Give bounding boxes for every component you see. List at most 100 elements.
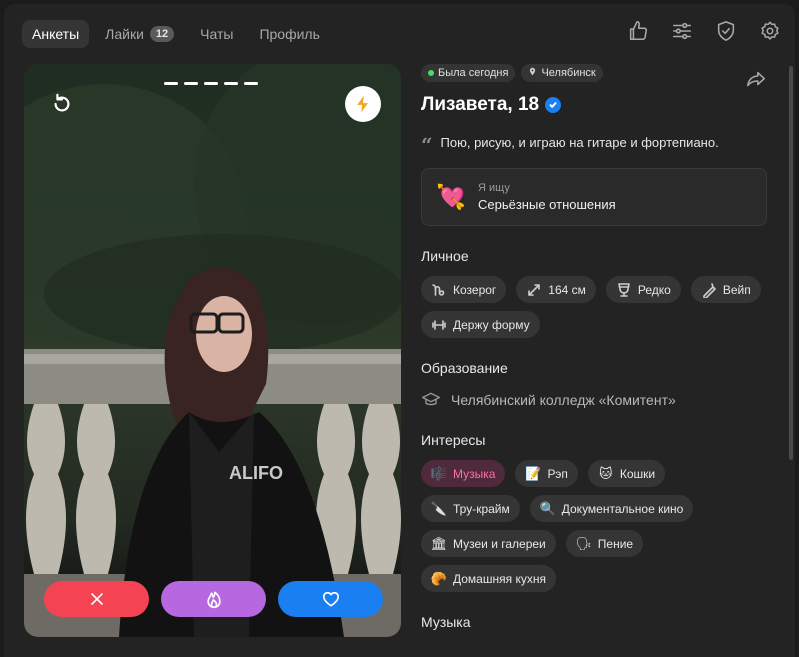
glass-icon (616, 282, 632, 298)
music-score-icon: 🎼 (430, 465, 448, 481)
like-button[interactable] (278, 581, 383, 617)
speaking-head-icon: 🗣 (575, 535, 593, 551)
personal-section-title: Личное (421, 248, 469, 264)
photo-scene: ALIFO (24, 64, 401, 637)
chip-label: Музеи и галереи (453, 536, 546, 551)
top-nav: Анкеты Лайки 12 Чаты Профиль (22, 18, 330, 50)
memo-icon: 📝 (525, 465, 542, 481)
undo-button[interactable] (44, 86, 80, 122)
music-section-title: Музыка (421, 614, 471, 630)
chip-drinking: Редко (605, 276, 681, 303)
pagination-dot[interactable] (244, 82, 258, 85)
undo-icon (54, 93, 70, 112)
pagination-dot[interactable] (184, 82, 198, 85)
boost-button[interactable] (345, 86, 381, 122)
education-text: Челябинский колледж «Комитент» (451, 392, 676, 408)
cat-icon: 🐱 (599, 465, 613, 481)
share-arrow-icon (746, 71, 766, 87)
thumbs-up-icon[interactable] (627, 20, 649, 42)
online-dot-icon (428, 70, 434, 76)
tab-label: Лайки (105, 26, 144, 42)
looking-for-card: 💘 Я ищу Серьёзные отношения (421, 168, 767, 226)
graduation-cap-icon (422, 392, 440, 406)
gear-icon[interactable] (759, 20, 781, 42)
tab-chats[interactable]: Чаты (190, 20, 243, 48)
chip-label: Держу форму (453, 317, 530, 332)
close-icon (90, 593, 103, 605)
museum-icon: 🏛 (430, 535, 448, 551)
location-pin-icon (528, 67, 537, 79)
chip-label: Вейп (722, 282, 751, 297)
pagination-dot[interactable] (224, 82, 238, 85)
chip-label: Музыка (453, 466, 496, 481)
chip-label: Пение (597, 536, 634, 551)
chip-label: Документальное кино (561, 501, 684, 516)
profile-photo[interactable]: ALIFO (24, 64, 401, 637)
flame-icon (206, 591, 221, 609)
pagination-dot[interactable] (204, 82, 218, 85)
status-chips: Была сегодня Челябинск (421, 64, 767, 82)
bio-text: Пою, рисую, и играю на гитаре и фортепиа… (440, 134, 719, 150)
top-toolbar (627, 20, 781, 42)
pagination-dot[interactable] (164, 82, 178, 85)
chip-home-cooking: 🥐 Домашняя кухня (421, 565, 556, 592)
chip-label: 164 см (548, 282, 586, 297)
dislike-button[interactable] (44, 581, 149, 617)
app-window: Анкеты Лайки 12 Чаты Профиль ALIFO Была … (4, 4, 795, 657)
height-icon (526, 282, 542, 298)
shield-icon[interactable] (715, 20, 737, 42)
chip-true-crime: 🔪 Тру-крайм (421, 495, 520, 522)
tab-likes[interactable]: Лайки 12 (95, 20, 184, 48)
chip-cats: 🐱 Кошки (587, 460, 666, 487)
capricorn-icon (431, 282, 447, 298)
chip-label: Рэп (547, 466, 568, 481)
chip-label: Домашняя кухня (453, 571, 546, 586)
interest-chips: 🎼 Музыка 📝 Рэп 🐱 Кошки 🔪 Тру-крайм 🔍 Док… (421, 460, 767, 592)
education-section-title: Образование (421, 360, 508, 376)
croissant-icon: 🥐 (430, 570, 448, 586)
share-button[interactable] (745, 68, 767, 90)
photo-pagination (164, 82, 258, 85)
chip-music: 🎼 Музыка (421, 460, 506, 487)
sliders-icon[interactable] (671, 20, 693, 42)
interests-section-title: Интересы (421, 432, 486, 448)
city-badge: Челябинск (521, 64, 603, 82)
looking-for-value: Серьёзные отношения (478, 197, 616, 212)
tab-label: Анкеты (32, 26, 80, 42)
name-row: Лизавета, 18 (421, 94, 767, 116)
chip-label: Тру-крайм (453, 501, 510, 516)
verified-icon (545, 97, 562, 113)
quote-icon: “ (421, 133, 433, 157)
chip-museums: 🏛 Музеи и галереи (421, 530, 556, 557)
city-text: Челябинск (541, 67, 596, 79)
chip-smoking: Вейп (690, 276, 761, 303)
scrollbar[interactable] (789, 66, 793, 460)
chip-label: Редко (637, 282, 671, 297)
heart-arrow-icon: 💘 (436, 183, 466, 211)
svg-text:ALIFO: ALIFO (229, 463, 283, 483)
chip-singing: 🗣 Пение (565, 530, 644, 557)
magnifier-icon: 🔍 (539, 500, 556, 516)
chip-height: 164 см (516, 276, 596, 303)
chip-label: Козерог (453, 282, 497, 297)
tab-profile[interactable]: Профиль (249, 20, 329, 48)
vape-icon (701, 282, 717, 298)
superlike-button[interactable] (161, 581, 266, 617)
chip-fitness: Держу форму (421, 311, 540, 338)
bio: “ Пою, рисую, и играю на гитаре и фортеп… (421, 133, 767, 157)
online-status-badge: Была сегодня (421, 64, 516, 82)
tab-profiles[interactable]: Анкеты (22, 20, 90, 48)
status-text: Была сегодня (438, 67, 509, 79)
looking-for-label: Я ищу (478, 182, 510, 194)
lightning-icon (357, 95, 368, 113)
chip-zodiac: Козерог (421, 276, 507, 303)
knife-icon: 🔪 (430, 500, 448, 516)
tab-label: Чаты (200, 26, 234, 42)
education-row: Челябинский колледж «Комитент» (421, 390, 767, 410)
chip-label: Кошки (619, 466, 656, 481)
swipe-actions (44, 581, 383, 617)
dumbbell-icon (431, 317, 447, 333)
profile-name: Лизавета, 18 (421, 94, 540, 115)
personal-chips: Козерог 164 см Редко Вейп Держу форму (421, 276, 767, 338)
chip-documentary: 🔍 Документальное кино (529, 495, 694, 522)
